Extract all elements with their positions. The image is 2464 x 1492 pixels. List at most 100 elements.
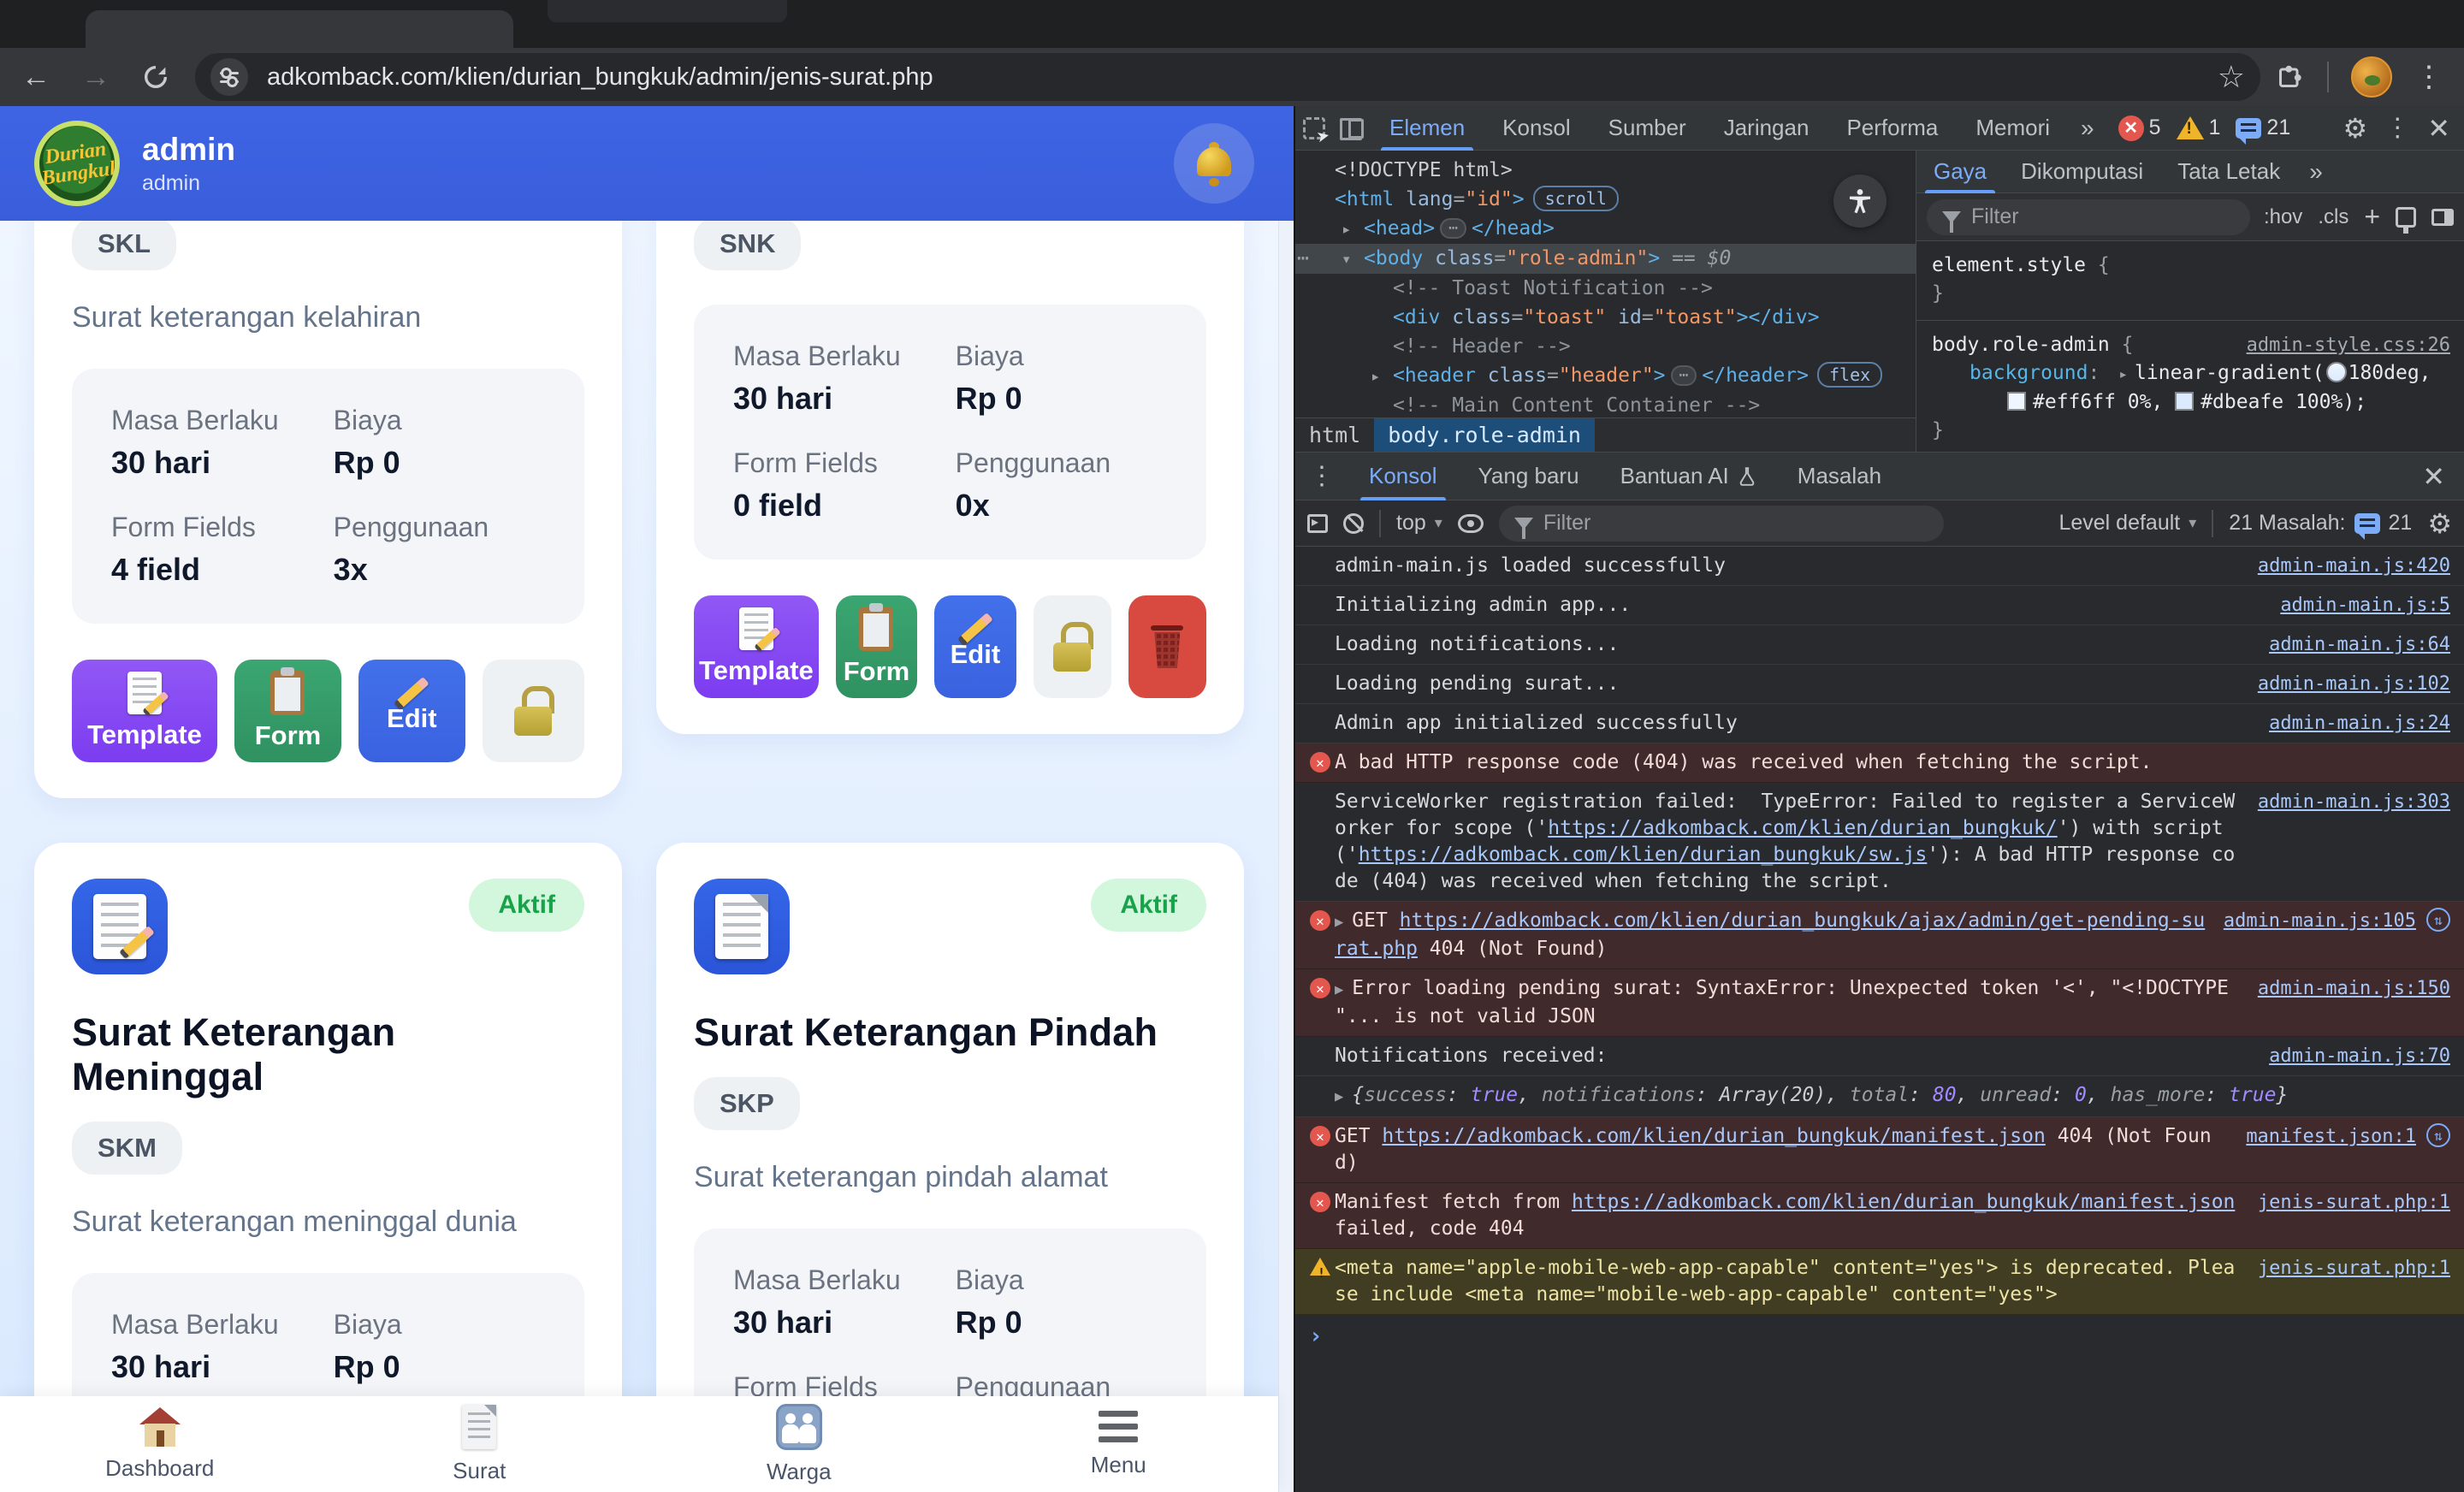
console-message-log[interactable]: Initializing admin app... admin-main.js:5 <box>1295 586 2464 625</box>
nav-item-warga[interactable]: Warga <box>639 1396 959 1492</box>
issues-count-badge[interactable]: 21 <box>2236 115 2290 145</box>
tab-memori[interactable]: Memori <box>1957 106 2069 151</box>
dom-node[interactable]: <div class="toast" id="toast"></div> <box>1295 303 1916 332</box>
dom-badge-scroll[interactable]: scroll <box>1532 186 1619 211</box>
source-location-link[interactable]: admin-main.js:102 <box>2258 671 2450 697</box>
dom-node[interactable]: ▸ <header class="header"> ⋯ </header> flex <box>1295 361 1916 391</box>
dom-node[interactable]: <!-- Toast Notification --> <box>1295 274 1916 303</box>
form-button[interactable]: Form <box>234 660 341 762</box>
warning-count-badge[interactable]: 1 <box>2176 115 2220 140</box>
drawer-tab-masalah[interactable]: Masalah <box>1777 453 1902 500</box>
context-selector[interactable]: top ▾ <box>1396 511 1442 536</box>
source-location-link[interactable]: admin-main.js:420 <box>2258 553 2450 579</box>
more-tabs-icon[interactable]: » <box>2069 115 2106 142</box>
clear-console-icon[interactable] <box>1343 512 1364 534</box>
log-level-selector[interactable]: Level default ▾ <box>2058 511 2196 536</box>
console-message-obj[interactable]: ▶ {success: true, notifications: Array(20… <box>1295 1076 2464 1117</box>
console-message-error[interactable]: ✕ A bad HTTP response code (404) was rece… <box>1295 743 2464 783</box>
console-message-error[interactable]: ✕ Manifest fetch from https://adkomback.c… <box>1295 1183 2464 1249</box>
styles-filter-input[interactable]: Filter <box>1927 198 2250 235</box>
reload-icon[interactable] <box>132 53 180 101</box>
notifications-button[interactable] <box>1174 123 1254 204</box>
source-location-link[interactable]: admin-main.js:105 <box>2224 908 2416 934</box>
source-location-link[interactable]: jenis-surat.php:1 <box>2258 1189 2450 1216</box>
styles-tab-gaya[interactable]: Gaya <box>1916 151 2004 193</box>
rendering-icon[interactable] <box>2396 206 2416 234</box>
expand-triangle-icon[interactable]: ▶ <box>1335 914 1343 931</box>
css-property[interactable]: background: ▸ linear-gradient(180deg, #eff… <box>1932 359 2449 417</box>
console-sidebar-icon[interactable] <box>1307 513 1328 533</box>
class-toggle[interactable]: .cls <box>2318 205 2348 229</box>
tab-performa[interactable]: Performa <box>1827 106 1957 151</box>
color-swatch[interactable] <box>2175 392 2194 411</box>
expand-arrow[interactable]: ▸ <box>1371 362 1393 391</box>
expand-arrow[interactable]: ▸ <box>1342 215 1364 244</box>
dom-node[interactable]: <!DOCTYPE html> <box>1295 156 1916 185</box>
console-message-log[interactable]: Notifications received: admin-main.js:70 <box>1295 1037 2464 1076</box>
console-link[interactable]: https://adkomback.com/klien/durian_bungk… <box>1572 1191 2235 1213</box>
xhr-badge-icon[interactable]: ⇅ <box>2426 1123 2450 1147</box>
profile-avatar[interactable] <box>2351 56 2392 98</box>
dom-node[interactable]: ▸ <head> ⋯ </head> <box>1295 214 1916 244</box>
source-location-link[interactable]: jenis-surat.php:1 <box>2258 1255 2450 1282</box>
breadcrumb-body.role-admin[interactable]: body.role-admin <box>1374 417 1595 452</box>
source-location-link[interactable]: admin-main.js:70 <box>2269 1043 2450 1069</box>
edit-button[interactable]: Edit <box>934 595 1016 698</box>
expand-dots[interactable]: ⋯ <box>1440 218 1466 239</box>
accessibility-overlay-icon[interactable] <box>1833 175 1886 228</box>
browser-menu-icon[interactable]: ⋮ <box>2414 60 2443 94</box>
tab-konsol[interactable]: Konsol <box>1484 106 1590 151</box>
source-location-link[interactable]: admin-main.js:64 <box>2269 631 2450 658</box>
new-rule-icon[interactable]: + <box>2364 201 2380 233</box>
edit-button[interactable]: Edit <box>358 660 465 762</box>
trash-button[interactable] <box>1128 595 1207 698</box>
expand-triangle-icon[interactable]: ▶ <box>1335 1088 1343 1105</box>
console-message-warn[interactable]: <meta name="apple-mobile-web-app-capable… <box>1295 1249 2464 1315</box>
page-scrollbar[interactable] <box>1278 106 1294 1492</box>
pseudo-state-toggle[interactable]: :hov <box>2264 205 2302 229</box>
source-location-link[interactable]: admin-main.js:150 <box>2258 975 2450 1002</box>
styles-tab-dikomputasi[interactable]: Dikomputasi <box>2004 151 2160 193</box>
console-message-error[interactable]: ✕ ▶ GET https://adkomback.com/klien/durian… <box>1295 902 2464 969</box>
console-link[interactable]: https://adkomback.com/klien/durian_bungk… <box>1382 1125 2045 1147</box>
inspect-element-icon[interactable] <box>1295 116 1333 139</box>
lock-button[interactable] <box>1033 595 1111 698</box>
drawer-tab-yang-baru[interactable]: Yang baru <box>1458 453 1600 500</box>
source-location-link[interactable]: admin-main.js:24 <box>2269 710 2450 737</box>
nav-item-dashboard[interactable]: Dashboard <box>0 1396 320 1492</box>
dom-badge-flex[interactable]: flex <box>1817 362 1883 388</box>
console-prompt[interactable]: › <box>1295 1315 2464 1359</box>
source-location-link[interactable]: admin-main.js:303 <box>2258 789 2450 815</box>
tab-jaringan[interactable]: Jaringan <box>1705 106 1828 151</box>
source-location-link[interactable]: manifest.json:1 <box>2246 1123 2416 1150</box>
dom-node[interactable]: <html lang="id"> scroll <box>1295 185 1916 214</box>
xhr-badge-icon[interactable]: ⇅ <box>2426 908 2450 932</box>
console-link[interactable]: https://adkomback.com/klien/durian_bungk… <box>1548 817 2057 839</box>
live-expression-icon[interactable] <box>1457 513 1484 533</box>
dom-node[interactable]: ⋯ ▾ <body class="role-admin"> == $0 <box>1295 244 1916 274</box>
color-swatch[interactable] <box>2007 392 2026 411</box>
url-text[interactable]: adkomback.com/klien/durian_bungkuk/admin… <box>267 63 2207 92</box>
expand-triangle-icon[interactable]: ▶ <box>1335 981 1343 998</box>
console-settings-icon[interactable]: ⚙ <box>2427 507 2452 540</box>
console-message-log[interactable]: ServiceWorker registration failed: TypeE… <box>1295 783 2464 902</box>
drawer-close-icon[interactable]: ✕ <box>2422 460 2464 493</box>
expand-dots[interactable]: ⋯ <box>1670 365 1697 386</box>
back-icon[interactable]: ← <box>12 53 60 101</box>
template-button[interactable]: Template <box>72 660 218 762</box>
bookmark-star-icon[interactable]: ☆ <box>2218 59 2245 95</box>
nav-item-menu[interactable]: Menu <box>959 1396 1279 1492</box>
breadcrumb-html[interactable]: html <box>1295 423 1374 447</box>
tab-sumber[interactable]: Sumber <box>1590 106 1705 151</box>
drawer-menu-icon[interactable]: ⋮ <box>1295 461 1348 491</box>
gradient-swatch[interactable] <box>2325 362 2347 382</box>
source-location-link[interactable]: admin-main.js:5 <box>2280 592 2450 619</box>
lock-button[interactable] <box>482 660 584 762</box>
site-settings-icon[interactable] <box>210 58 248 96</box>
dom-node[interactable]: <!-- Main Content Container --> <box>1295 391 1916 417</box>
console-message-log[interactable]: Loading notifications... admin-main.js:64 <box>1295 625 2464 665</box>
devtools-settings-icon[interactable]: ⚙ <box>2343 112 2368 145</box>
devtools-menu-icon[interactable]: ⋮ <box>2384 113 2410 143</box>
styles-more-tabs-icon[interactable]: » <box>2297 158 2335 186</box>
form-button[interactable]: Form <box>835 595 918 698</box>
